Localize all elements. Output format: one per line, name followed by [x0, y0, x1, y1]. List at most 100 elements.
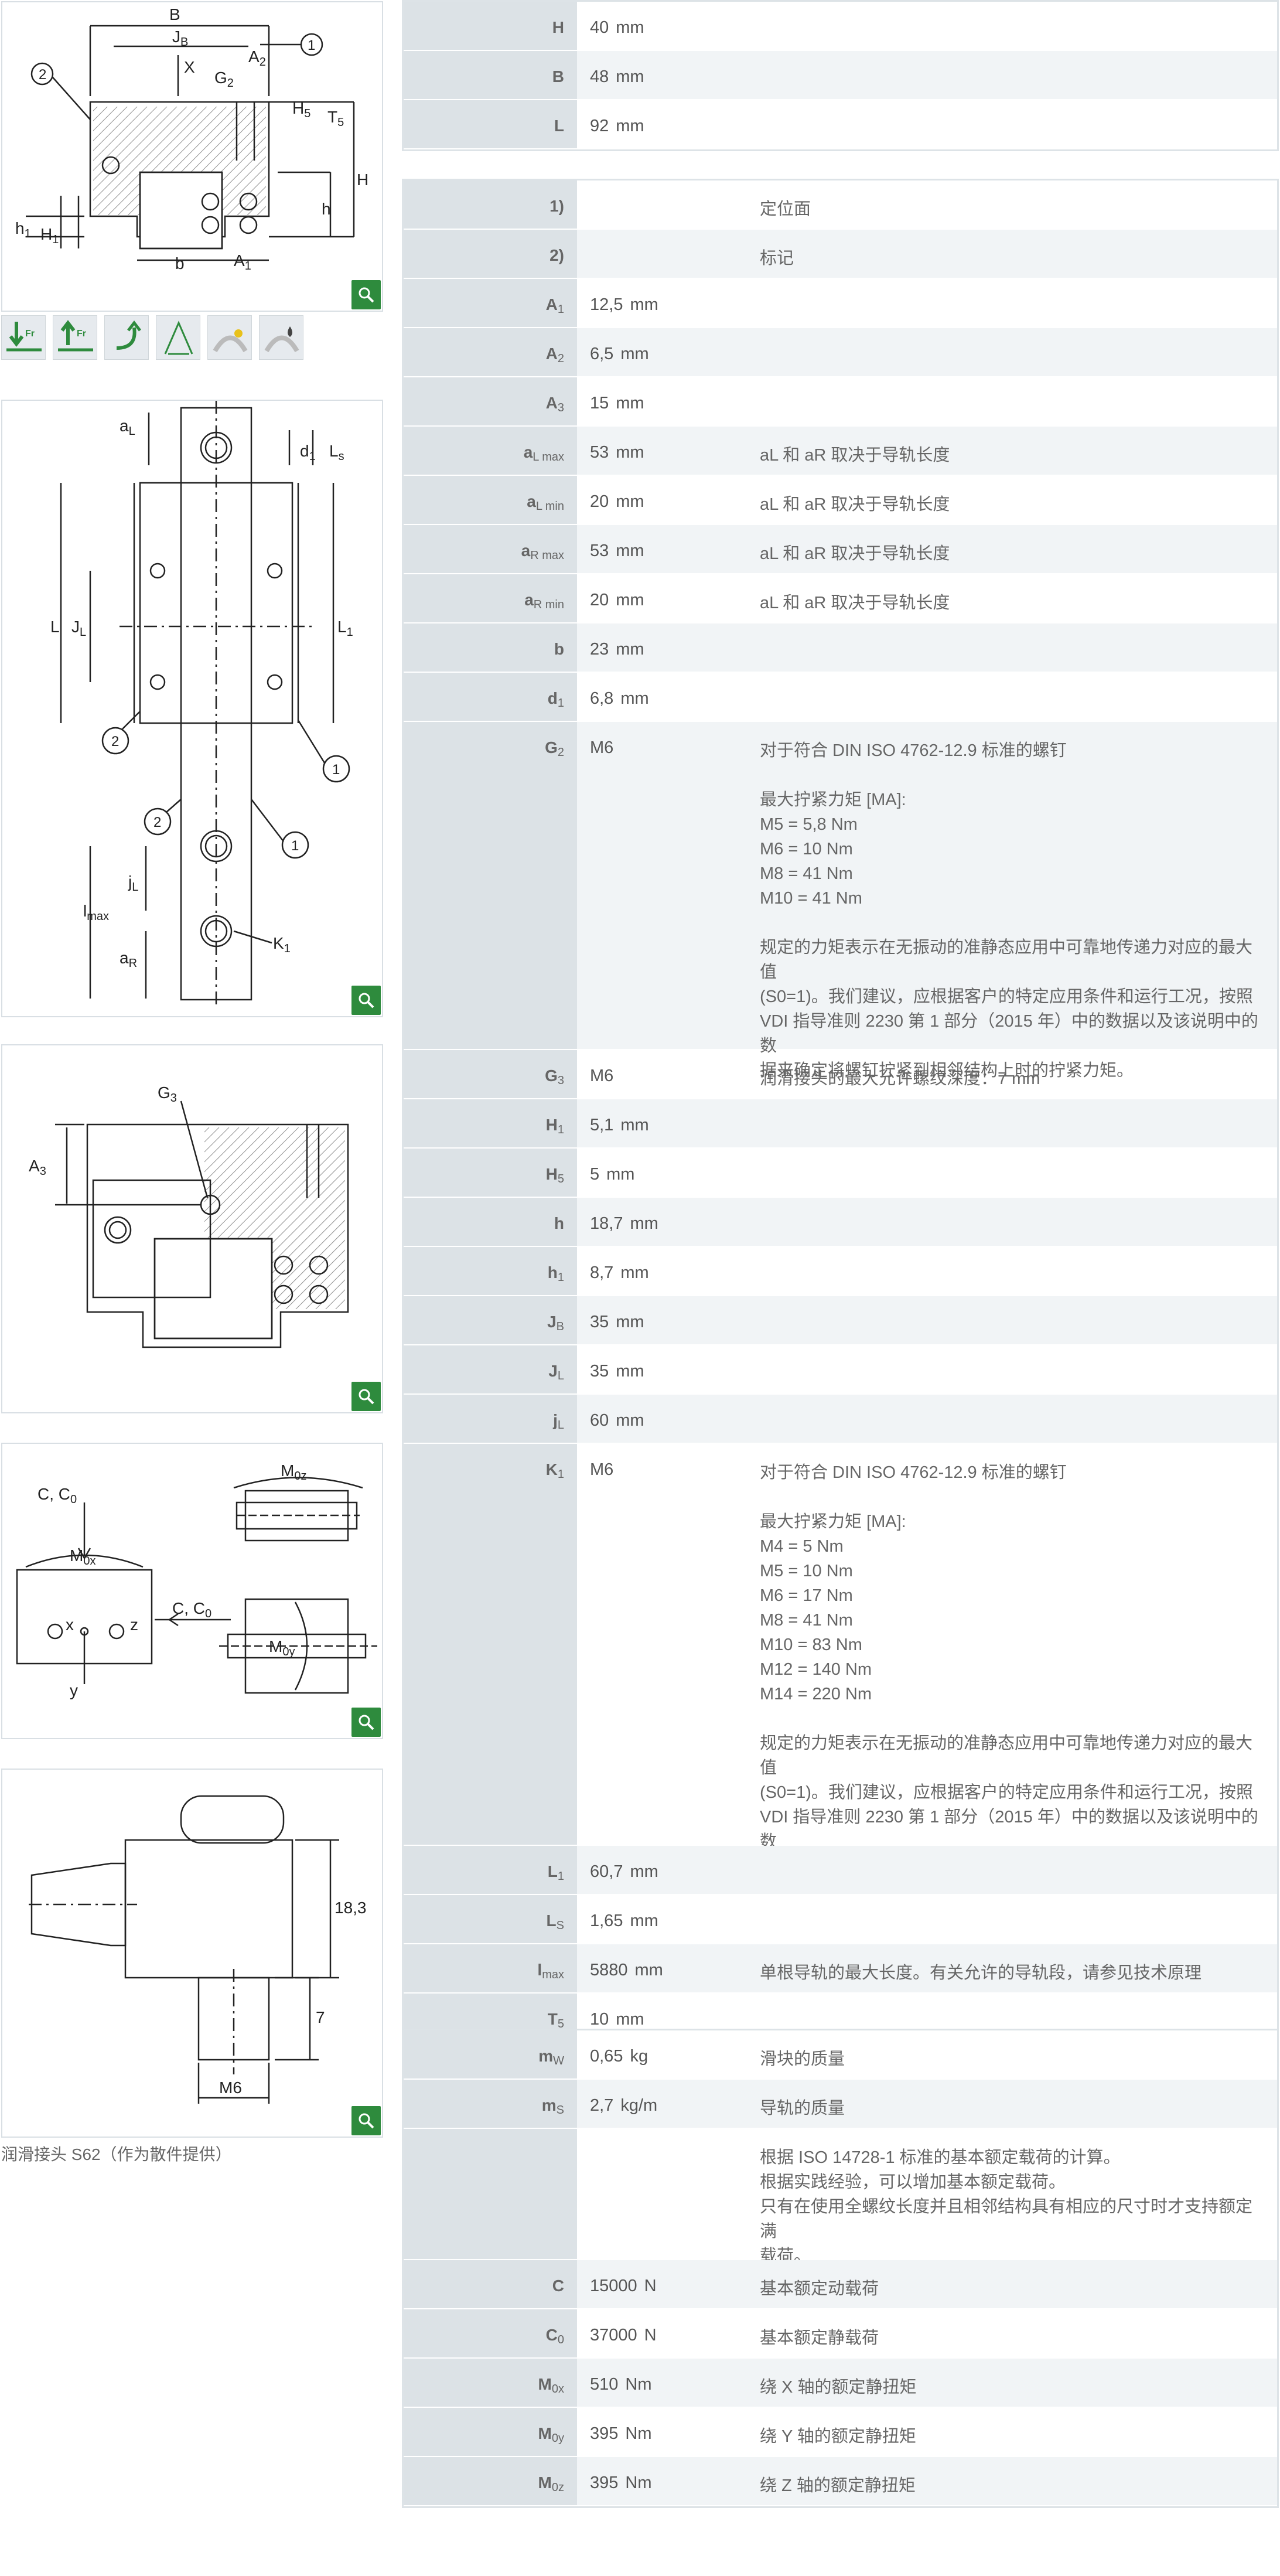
dim-lmax-label: lmax	[83, 902, 109, 923]
value-unit: mm	[616, 591, 644, 609]
row-symbol: mS	[404, 2080, 577, 2128]
value-number: 8,7	[590, 1263, 614, 1282]
thread-M6-label: M6	[219, 2078, 242, 2097]
row-description: aL 和 aR 取决于导轨长度	[753, 427, 1277, 475]
row-description	[753, 1846, 1277, 1894]
row-value	[577, 2129, 753, 2259]
row-symbol: H1	[404, 1099, 577, 1147]
dim-G2-label: G2	[214, 69, 234, 90]
row-value: 20 mm	[577, 476, 753, 524]
table-row: 1) 定位面	[404, 180, 1277, 230]
description-line: 单根导轨的最大长度。有关允许的导轨段，请参见技术原理	[760, 1964, 1202, 1982]
table-row: K1 M6 对于符合 DIN ISO 4762-12.9 标准的螺钉 最大拧紧力矩 […	[404, 1444, 1277, 1876]
row-value: 12,5 mm	[577, 279, 753, 327]
symbol-text: A	[545, 295, 558, 314]
row-value: 18,7 mm	[577, 1198, 753, 1246]
dim-K1-label: K1	[273, 934, 291, 955]
description-line: M8 = 41 Nm	[760, 1611, 853, 1630]
row-description: 绕 X 轴的额定静扭矩	[753, 2359, 1277, 2407]
value-number: 60	[590, 1411, 609, 1430]
value-unit: mm	[620, 689, 649, 708]
symbol-subscript: R max	[530, 549, 564, 562]
row-description	[753, 673, 1277, 721]
load-up-icon: Fr	[53, 315, 97, 360]
zoom-button-fig1[interactable]	[351, 280, 381, 309]
symbol-text: a	[527, 492, 536, 510]
rotation-icon	[104, 315, 149, 360]
value-unit: mm	[616, 2010, 644, 2029]
table-row: b 23 mm	[404, 623, 1277, 673]
value-number: 6,8	[590, 689, 614, 708]
row-description: 单根导轨的最大长度。有关允许的导轨段，请参见技术原理	[753, 1944, 1277, 1992]
thread-G3-label: G3	[158, 1083, 177, 1105]
value-number: 48	[590, 67, 609, 86]
zoom-button-fig2[interactable]	[351, 986, 381, 1015]
table-row: B 48 mm	[404, 51, 1277, 100]
symbol-subscript: 2	[557, 746, 564, 759]
symbol-subscript: S	[556, 1919, 564, 1932]
row-value: M6	[577, 1444, 753, 1845]
value-unit: mm	[620, 345, 649, 363]
row-value: 2,7 kg/m	[577, 2080, 753, 2128]
table-row: d1 6,8 mm	[404, 673, 1277, 722]
symbol-text: J	[547, 1313, 557, 1331]
row-symbol: aR min	[404, 574, 577, 622]
symbol-subscript: L	[557, 1369, 564, 1382]
moment-M0z-label: M0z	[281, 1461, 306, 1483]
row-description	[753, 328, 1277, 376]
row-description: 绕 Y 轴的额定静扭矩	[753, 2408, 1277, 2456]
value-unit: mm	[616, 1313, 644, 1331]
axis-z-label: z	[130, 1616, 138, 1634]
row-symbol: JB	[404, 1296, 577, 1344]
table-row: aR min 20 mm aL 和 aR 取决于导轨长度	[404, 574, 1277, 623]
table-row: lmax 5880 mm 单根导轨的最大长度。有关允许的导轨段，请参见技术原理	[404, 1944, 1277, 1994]
table-row: G3 M6 润滑接头的最大允许螺纹深度：7 mm	[404, 1050, 1277, 1099]
description-line: 定位面	[760, 200, 811, 219]
zoom-button-fig4[interactable]	[351, 1708, 381, 1737]
row-symbol: h	[404, 1198, 577, 1246]
description-line: 根据实践经验，可以增加基本额定载荷。	[760, 2173, 1066, 2192]
table-row: JL 35 mm	[404, 1345, 1277, 1395]
description-line: 规定的力矩表示在无振动的准静态应用中可靠地传递力对应的最大值	[760, 1734, 1253, 1777]
value-number: 395	[590, 2424, 619, 2443]
description-line: M4 = 5 Nm	[760, 1537, 844, 1556]
table-row: aL min 20 mm aL 和 aR 取决于导轨长度	[404, 476, 1277, 525]
symbol-subscript: max	[542, 1968, 564, 1981]
row-symbol: b	[404, 623, 577, 672]
magnifier-icon	[359, 1715, 374, 1730]
row-value: 395 Nm	[577, 2457, 753, 2505]
row-symbol: aR max	[404, 525, 577, 573]
dim-h1-label: h1	[15, 219, 31, 240]
symbol-text: C	[552, 2277, 564, 2295]
value-number: 510	[590, 2375, 619, 2394]
row-value: 15000 N	[577, 2260, 753, 2308]
lube-nipple-caption: 润滑接头 S62（作为散件提供）	[1, 2145, 232, 2163]
row-value: 0,65 kg	[577, 2030, 753, 2078]
description-line: 基本额定静载荷	[760, 2329, 879, 2347]
row-description	[753, 1247, 1277, 1295]
value-number: 395	[590, 2473, 619, 2492]
row-value: 15 mm	[577, 377, 753, 425]
value-unit: mm	[630, 1911, 658, 1930]
dim-JL-label: JL	[71, 618, 86, 639]
axis-y-label: y	[70, 1681, 78, 1699]
table-row: M0x 510 Nm 绕 X 轴的额定静扭矩	[404, 2359, 1277, 2408]
row-symbol: G2	[404, 722, 577, 1049]
value-unit: N	[644, 2277, 657, 2295]
description-line: M5 = 10 Nm	[760, 1562, 853, 1580]
row-value: 53 mm	[577, 525, 753, 573]
value-number: M6	[590, 738, 614, 757]
value-unit: mm	[606, 1165, 635, 1184]
dim-Ls-label: Ls	[329, 442, 344, 463]
symbol-text: G	[545, 1066, 558, 1085]
row-symbol: M0x	[404, 2359, 577, 2407]
row-value: 5,1 mm	[577, 1099, 753, 1147]
oil-drop-icon	[259, 315, 303, 360]
value-unit: mm	[616, 1411, 644, 1430]
zoom-button-fig3[interactable]	[351, 1382, 381, 1411]
description-line: M10 = 41 Nm	[760, 889, 862, 908]
row-symbol: A2	[404, 328, 577, 376]
value-unit: mm	[616, 394, 644, 413]
zoom-button-fig5[interactable]	[351, 2106, 381, 2135]
